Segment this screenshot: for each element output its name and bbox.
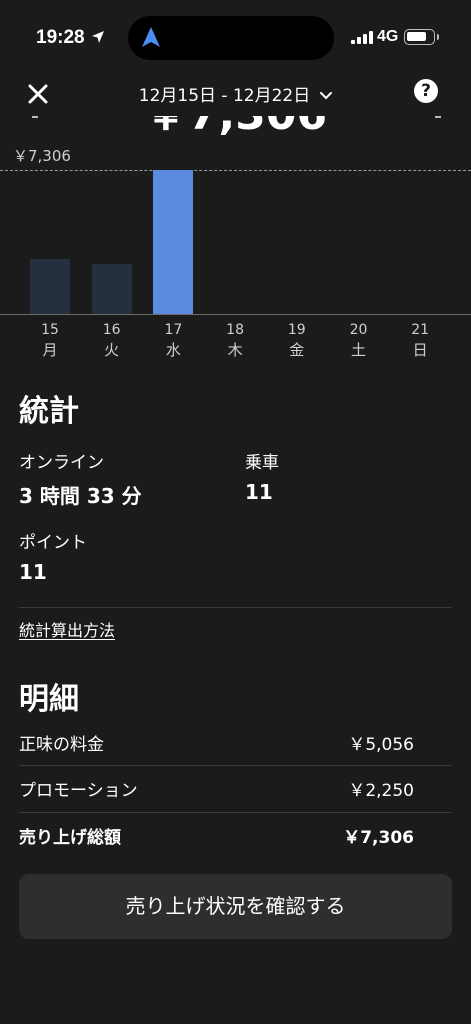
breakdown-title: 明細 [19,682,79,717]
location-arrow-icon [92,31,104,43]
chart-baseline [0,314,471,315]
promotion-label: プロモーション [19,781,138,801]
online-value: 3 時間 33 分 [19,484,142,508]
chart-bar-17[interactable] [153,170,194,314]
day-label-18[interactable]: 18 木 [215,320,255,360]
day-weekday: 日 [412,341,428,359]
day-number: 15 [41,322,59,338]
day-weekday: 木 [227,341,243,359]
stats-divider [19,607,452,608]
network-type: 4G [377,28,399,45]
total-sales-label: 売り上げ総額 [19,828,121,848]
day-weekday: 水 [165,341,181,359]
online-label: オンライン [19,453,104,473]
help-icon[interactable]: ? [414,79,438,103]
day-weekday: 土 [350,341,366,359]
chart-bar-15[interactable] [30,258,70,314]
battery-icon [404,29,435,45]
chart-bar-16[interactable] [91,263,132,314]
date-range-selector[interactable]: 12月15日 - 12月22日 [0,81,471,106]
promotion-value: ￥2,250 [348,781,414,801]
status-bar: 19:28 4G [0,0,471,72]
points-value: 11 [19,560,47,584]
stats-method-link[interactable]: 統計算出方法 [19,617,115,641]
day-label-16[interactable]: 16 火 [92,320,132,360]
dynamic-island [128,16,334,60]
cellular-signal-icon [351,31,373,44]
day-weekday: 月 [42,341,58,359]
total-sales-value: ￥7,306 [343,828,414,848]
check-sales-button[interactable]: 売り上げ状況を確認する [19,874,452,939]
breakdown-divider [19,765,452,766]
points-label: ポイント [19,533,87,553]
day-label-17[interactable]: 17 水 [153,320,193,360]
day-label-20[interactable]: 20 土 [339,320,379,360]
chart-total-amount: ￥7,306 [0,116,471,136]
chart-max-line [0,170,471,171]
day-number: 20 [349,322,368,338]
navigation-arrow-icon [142,27,160,47]
day-number: 17 [164,322,183,338]
chart-total-clipped: ￥7,306 [0,116,471,136]
rides-label: 乗車 [245,453,279,473]
header: 12月15日 - 12月22日 ? [0,72,471,116]
rides-value: 11 [245,480,273,504]
day-weekday: 火 [104,341,120,359]
breakdown-divider [19,812,452,813]
day-number: 16 [102,322,121,338]
clipped-dash-right [435,116,441,118]
net-fare-label: 正味の料金 [19,735,104,755]
day-weekday: 金 [289,341,305,359]
battery-tip [437,34,439,40]
day-label-21[interactable]: 21 日 [400,320,440,360]
chart-max-label: ￥7,306 [13,147,71,165]
clipped-dash-left [32,116,38,118]
date-range-label: 12月15日 - 12月22日 [138,86,311,106]
day-label-19[interactable]: 19 金 [277,320,317,360]
chevron-down-icon [320,92,333,100]
net-fare-value: ￥5,056 [348,735,414,755]
status-time: 19:28 [36,27,85,48]
day-label-15[interactable]: 15 月 [30,320,70,360]
day-number: 19 [287,322,306,338]
day-number: 21 [411,322,430,338]
day-number: 18 [226,322,244,338]
stats-title: 統計 [19,394,79,429]
